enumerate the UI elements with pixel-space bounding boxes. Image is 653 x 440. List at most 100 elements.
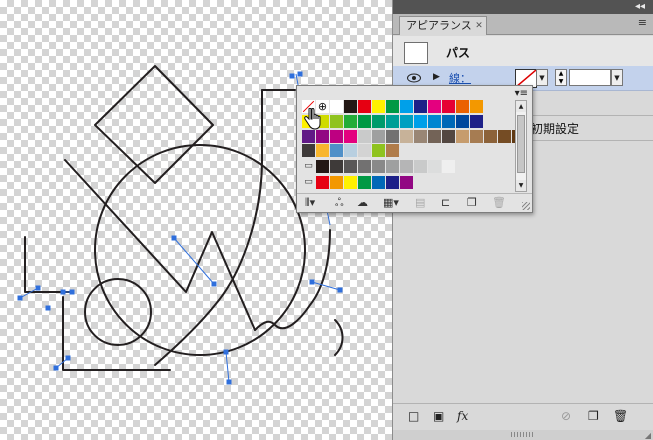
panel-resize-bar[interactable]: ◢: [393, 430, 653, 440]
artwork[interactable]: [0, 0, 395, 440]
new-stroke-icon[interactable]: □: [408, 409, 419, 423]
color-swatch[interactable]: [442, 100, 455, 113]
color-swatch[interactable]: [330, 100, 343, 113]
color-swatch[interactable]: [344, 100, 357, 113]
fx-icon[interactable]: fx: [457, 409, 468, 423]
color-swatch[interactable]: [344, 130, 357, 143]
color-swatch[interactable]: [386, 100, 399, 113]
color-swatch[interactable]: [330, 144, 343, 157]
color-swatch[interactable]: [330, 176, 343, 189]
left-l-path[interactable]: [24, 236, 71, 293]
color-swatch[interactable]: [400, 160, 413, 173]
resize-grip-icon[interactable]: [511, 432, 535, 437]
show-swatch-kinds-icon[interactable]: ▦▾: [383, 196, 399, 209]
color-swatch[interactable]: [400, 115, 413, 128]
color-swatch[interactable]: [372, 130, 385, 143]
color-swatch[interactable]: [358, 130, 371, 143]
color-swatch[interactable]: [344, 176, 357, 189]
tab-appearance[interactable]: アピアランス ✕: [399, 16, 487, 35]
color-swatch[interactable]: [316, 176, 329, 189]
new-fill-icon[interactable]: ▣: [433, 409, 444, 423]
color-swatch[interactable]: [358, 160, 371, 173]
small-circle-path[interactable]: [84, 278, 152, 346]
color-swatch[interactable]: [400, 100, 413, 113]
color-swatch[interactable]: [428, 100, 441, 113]
diamond-path[interactable]: [94, 65, 214, 184]
clear-appearance-icon[interactable]: ⊘: [561, 409, 571, 423]
color-swatch[interactable]: [358, 144, 371, 157]
color-swatch[interactable]: [372, 100, 385, 113]
color-swatch[interactable]: [428, 115, 441, 128]
color-swatch[interactable]: [498, 130, 511, 143]
color-swatch[interactable]: [302, 144, 315, 157]
color-swatch[interactable]: [470, 130, 483, 143]
color-swatch[interactable]: [442, 115, 455, 128]
resize-corner-icon[interactable]: ◢: [645, 431, 653, 440]
bottom-l-path[interactable]: [62, 296, 171, 371]
zigzag-path[interactable]: [64, 159, 256, 331]
color-swatch[interactable]: [344, 115, 357, 128]
stroke-weight-dropdown[interactable]: ▼: [611, 69, 623, 86]
color-swatch[interactable]: [316, 160, 329, 173]
color-swatch[interactable]: [386, 115, 399, 128]
stroke-label[interactable]: 線：: [449, 70, 471, 86]
color-swatch[interactable]: [428, 160, 441, 173]
new-color-group-icon[interactable]: ⊏: [441, 196, 450, 209]
color-swatch[interactable]: [372, 115, 385, 128]
eye-icon[interactable]: [407, 73, 421, 83]
stroke-weight-field[interactable]: [569, 69, 611, 86]
color-swatch[interactable]: [330, 160, 343, 173]
color-swatch[interactable]: [414, 100, 427, 113]
color-swatch[interactable]: [400, 176, 413, 189]
color-group-folder-icon[interactable]: ▭: [302, 176, 315, 189]
artboard-canvas[interactable]: [0, 0, 395, 440]
color-swatch[interactable]: [358, 176, 371, 189]
stroke-color-dropdown[interactable]: ▼: [536, 69, 548, 86]
swatch-library-icon[interactable]: ⫴▾: [305, 196, 315, 210]
color-swatch[interactable]: [470, 100, 483, 113]
scroll-thumb[interactable]: [517, 115, 525, 173]
new-swatch-icon[interactable]: ❐: [467, 196, 477, 209]
stroke-weight-stepper[interactable]: ▲ ▼: [555, 69, 567, 86]
delete-swatch-icon[interactable]: 🗑: [492, 196, 506, 209]
color-swatch[interactable]: [316, 144, 329, 157]
color-swatch[interactable]: [428, 130, 441, 143]
color-swatch[interactable]: [470, 115, 483, 128]
scroll-down-icon[interactable]: ▼: [516, 180, 526, 191]
right-arc-path[interactable]: [334, 319, 344, 356]
popup-resize-grip-icon[interactable]: [522, 202, 530, 210]
color-swatch[interactable]: [330, 130, 343, 143]
color-swatch[interactable]: [372, 176, 385, 189]
color-swatch[interactable]: [456, 100, 469, 113]
tab-close-icon[interactable]: ✕: [475, 17, 483, 35]
color-swatch[interactable]: [330, 115, 343, 128]
color-swatch[interactable]: [344, 144, 357, 157]
swatch-scrollbar[interactable]: ▲ ▼: [515, 100, 527, 192]
color-swatch[interactable]: [442, 130, 455, 143]
color-swatch[interactable]: [414, 130, 427, 143]
popup-menu-icon[interactable]: ▾≡: [515, 88, 528, 99]
color-swatch[interactable]: [386, 130, 399, 143]
color-swatch[interactable]: [358, 115, 371, 128]
color-swatch[interactable]: [344, 160, 357, 173]
object-row[interactable]: パス: [393, 36, 653, 67]
color-swatch[interactable]: [484, 130, 497, 143]
cc-library-icon[interactable]: ☁: [357, 196, 368, 209]
color-swatch[interactable]: [372, 160, 385, 173]
panel-title-bar[interactable]: ◂◂: [393, 0, 653, 14]
swatch-kind-small-icon[interactable]: ஃ: [335, 196, 344, 211]
color-group-folder-icon[interactable]: ▭: [302, 160, 315, 173]
color-swatch[interactable]: [414, 115, 427, 128]
color-swatch[interactable]: [400, 130, 413, 143]
swatch-options-icon[interactable]: ▤: [415, 196, 425, 209]
triangle-right-icon[interactable]: ▶: [433, 72, 440, 82]
color-swatch[interactable]: [386, 176, 399, 189]
color-swatch[interactable]: [386, 160, 399, 173]
color-swatch[interactable]: [456, 130, 469, 143]
trash-icon[interactable]: 🗑: [613, 409, 628, 423]
collapse-icon[interactable]: ◂◂: [635, 0, 645, 14]
color-swatch[interactable]: [372, 144, 385, 157]
color-swatch[interactable]: [414, 160, 427, 173]
scroll-up-icon[interactable]: ▲: [516, 101, 526, 112]
color-swatch[interactable]: [386, 144, 399, 157]
